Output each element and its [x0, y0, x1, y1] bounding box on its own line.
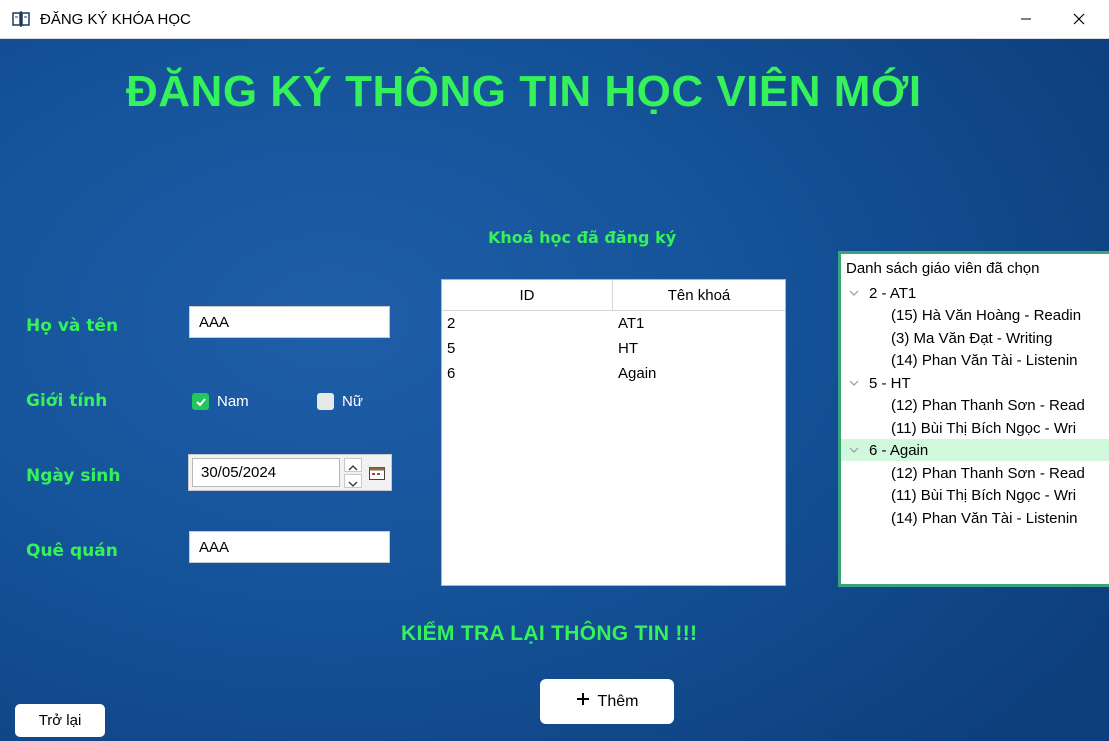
gender-female-checkbox[interactable]: Nữ [317, 393, 363, 410]
chevron-down-icon[interactable] [847, 290, 861, 296]
tree-node-label: 6 - Again [869, 441, 929, 459]
cell-course-name: HT [618, 340, 638, 357]
add-button[interactable]: Thêm [540, 679, 674, 724]
minimize-button[interactable] [1003, 0, 1049, 39]
checkbox-unchecked-icon [317, 393, 334, 410]
back-button[interactable]: Trở lại [15, 704, 105, 737]
tree-leaf-teacher[interactable]: (11) Bùi Thị Bích Ngọc - Wri [891, 417, 1076, 439]
form-panel: ĐĂNG KÝ THÔNG TIN HỌC VIÊN MỚI Họ và tên… [0, 39, 1109, 741]
name-label: Họ và tên [26, 316, 119, 336]
table-row[interactable]: 6 Again [442, 361, 785, 386]
cell-course-name: Again [618, 365, 657, 382]
window-title: ĐĂNG KÝ KHÓA HỌC [40, 11, 191, 28]
checkbox-checked-icon [192, 393, 209, 410]
tree-leaf-teacher[interactable]: (12) Phan Thanh Sơn - Read [891, 462, 1085, 484]
tree-leaf-teacher[interactable]: (15) Hà Văn Hoàng - Readin [891, 304, 1081, 326]
tree-leaf-teacher[interactable]: (12) Phan Thanh Sơn - Read [891, 394, 1085, 416]
gender-male-label: Nam [217, 393, 249, 410]
dob-spin-down[interactable] [344, 474, 362, 488]
chevron-down-icon[interactable] [847, 380, 861, 386]
courses-table[interactable]: ID Tên khoá 2 AT1 5 HT 6 Again [441, 279, 786, 586]
tree-node-label: 2 - AT1 [869, 284, 917, 302]
dob-date-picker: 30/05/2024 [188, 454, 392, 491]
name-input[interactable]: AAA [189, 306, 390, 338]
close-button[interactable] [1056, 0, 1102, 39]
hometown-input[interactable]: AAA [189, 531, 390, 563]
cell-id: 5 [447, 340, 456, 357]
table-row[interactable]: 2 AT1 [442, 311, 785, 336]
table-header: ID Tên khoá [442, 280, 785, 311]
tree-leaf-teacher[interactable]: (14) Phan Văn Tài - Listenin [891, 507, 1078, 529]
cell-id: 6 [447, 365, 456, 382]
back-button-label: Trở lại [38, 712, 82, 729]
tree-leaf-teacher[interactable]: (11) Bùi Thị Bích Ngọc - Wri [891, 484, 1076, 506]
title-bar: ĐĂNG KÝ KHÓA HỌC [0, 0, 1109, 39]
plus-icon [576, 692, 590, 711]
dob-spin-up[interactable] [344, 458, 362, 472]
courses-title: Khoá học đã đăng ký [488, 228, 677, 247]
app-book-icon [11, 9, 31, 29]
tree-root-label: Danh sách giáo viên đã chọn [846, 260, 1040, 277]
chevron-down-icon [348, 472, 358, 491]
tree-leaf-teacher[interactable]: (3) Ma Văn Đạt - Writing [891, 327, 1052, 349]
close-icon [1073, 10, 1085, 29]
column-header-course-name[interactable]: Tên khoá [613, 280, 785, 310]
gender-male-checkbox[interactable]: Nam [192, 393, 249, 410]
tree-node-course-selected[interactable]: 6 - Again [841, 439, 1109, 461]
chevron-down-icon[interactable] [847, 447, 861, 453]
minimize-icon [1020, 10, 1032, 29]
teachers-tree[interactable]: Danh sách giáo viên đã chọn 2 - AT1 (15)… [838, 251, 1109, 587]
page-heading: ĐĂNG KÝ THÔNG TIN HỌC VIÊN MỚI [126, 67, 922, 116]
tree-node-label: 5 - HT [869, 374, 911, 392]
cell-id: 2 [447, 315, 456, 332]
hometown-label: Quê quán [26, 541, 118, 561]
add-button-label: Thêm [597, 692, 639, 710]
tree-leaf-teacher[interactable]: (14) Phan Văn Tài - Listenin [891, 349, 1078, 371]
review-message: KIỂM TRA LẠI THÔNG TIN !!! [401, 622, 698, 645]
dob-input[interactable]: 30/05/2024 [192, 458, 340, 487]
calendar-icon[interactable] [369, 465, 385, 480]
gender-female-label: Nữ [342, 393, 363, 410]
dob-label: Ngày sinh [26, 466, 121, 486]
tree-node-course[interactable]: 5 - HT [841, 372, 1109, 394]
column-header-id[interactable]: ID [442, 280, 613, 310]
tree-node-course[interactable]: 2 - AT1 [841, 282, 1109, 304]
cell-course-name: AT1 [618, 315, 645, 332]
table-row[interactable]: 5 HT [442, 336, 785, 361]
gender-label: Giới tính [26, 391, 108, 411]
